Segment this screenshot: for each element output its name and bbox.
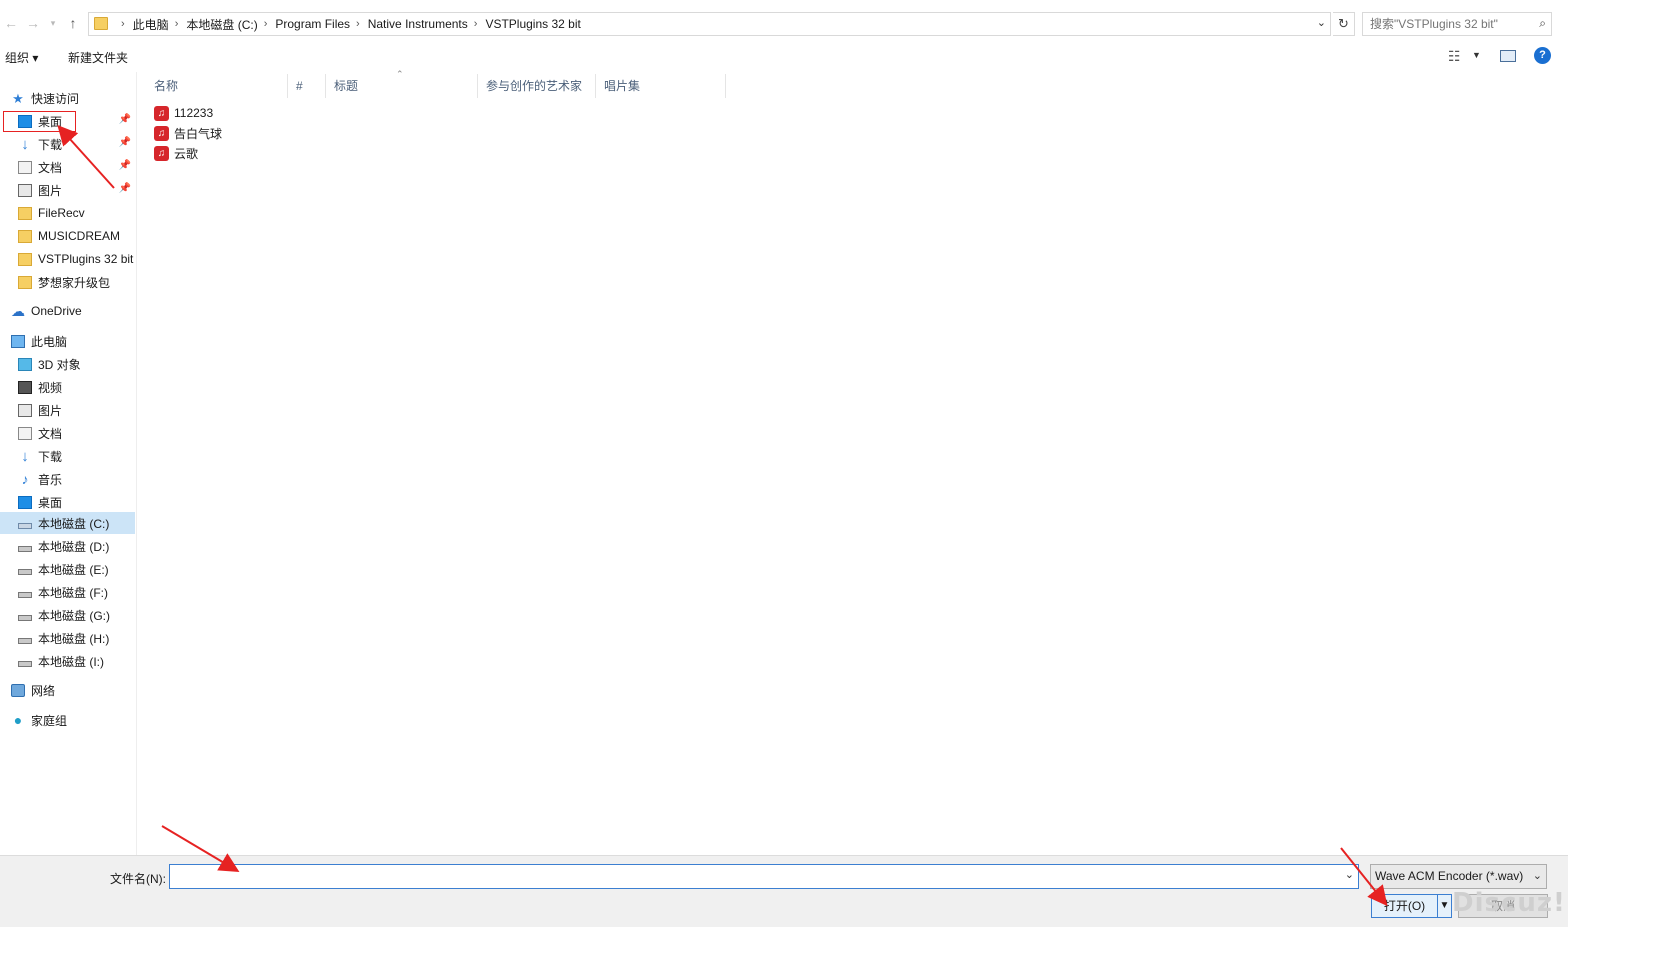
annotation-arrows <box>57 125 1388 907</box>
annotation-arrow <box>1340 847 1388 907</box>
annotation-arrow <box>57 125 115 189</box>
annotation-arrow <box>161 825 240 873</box>
